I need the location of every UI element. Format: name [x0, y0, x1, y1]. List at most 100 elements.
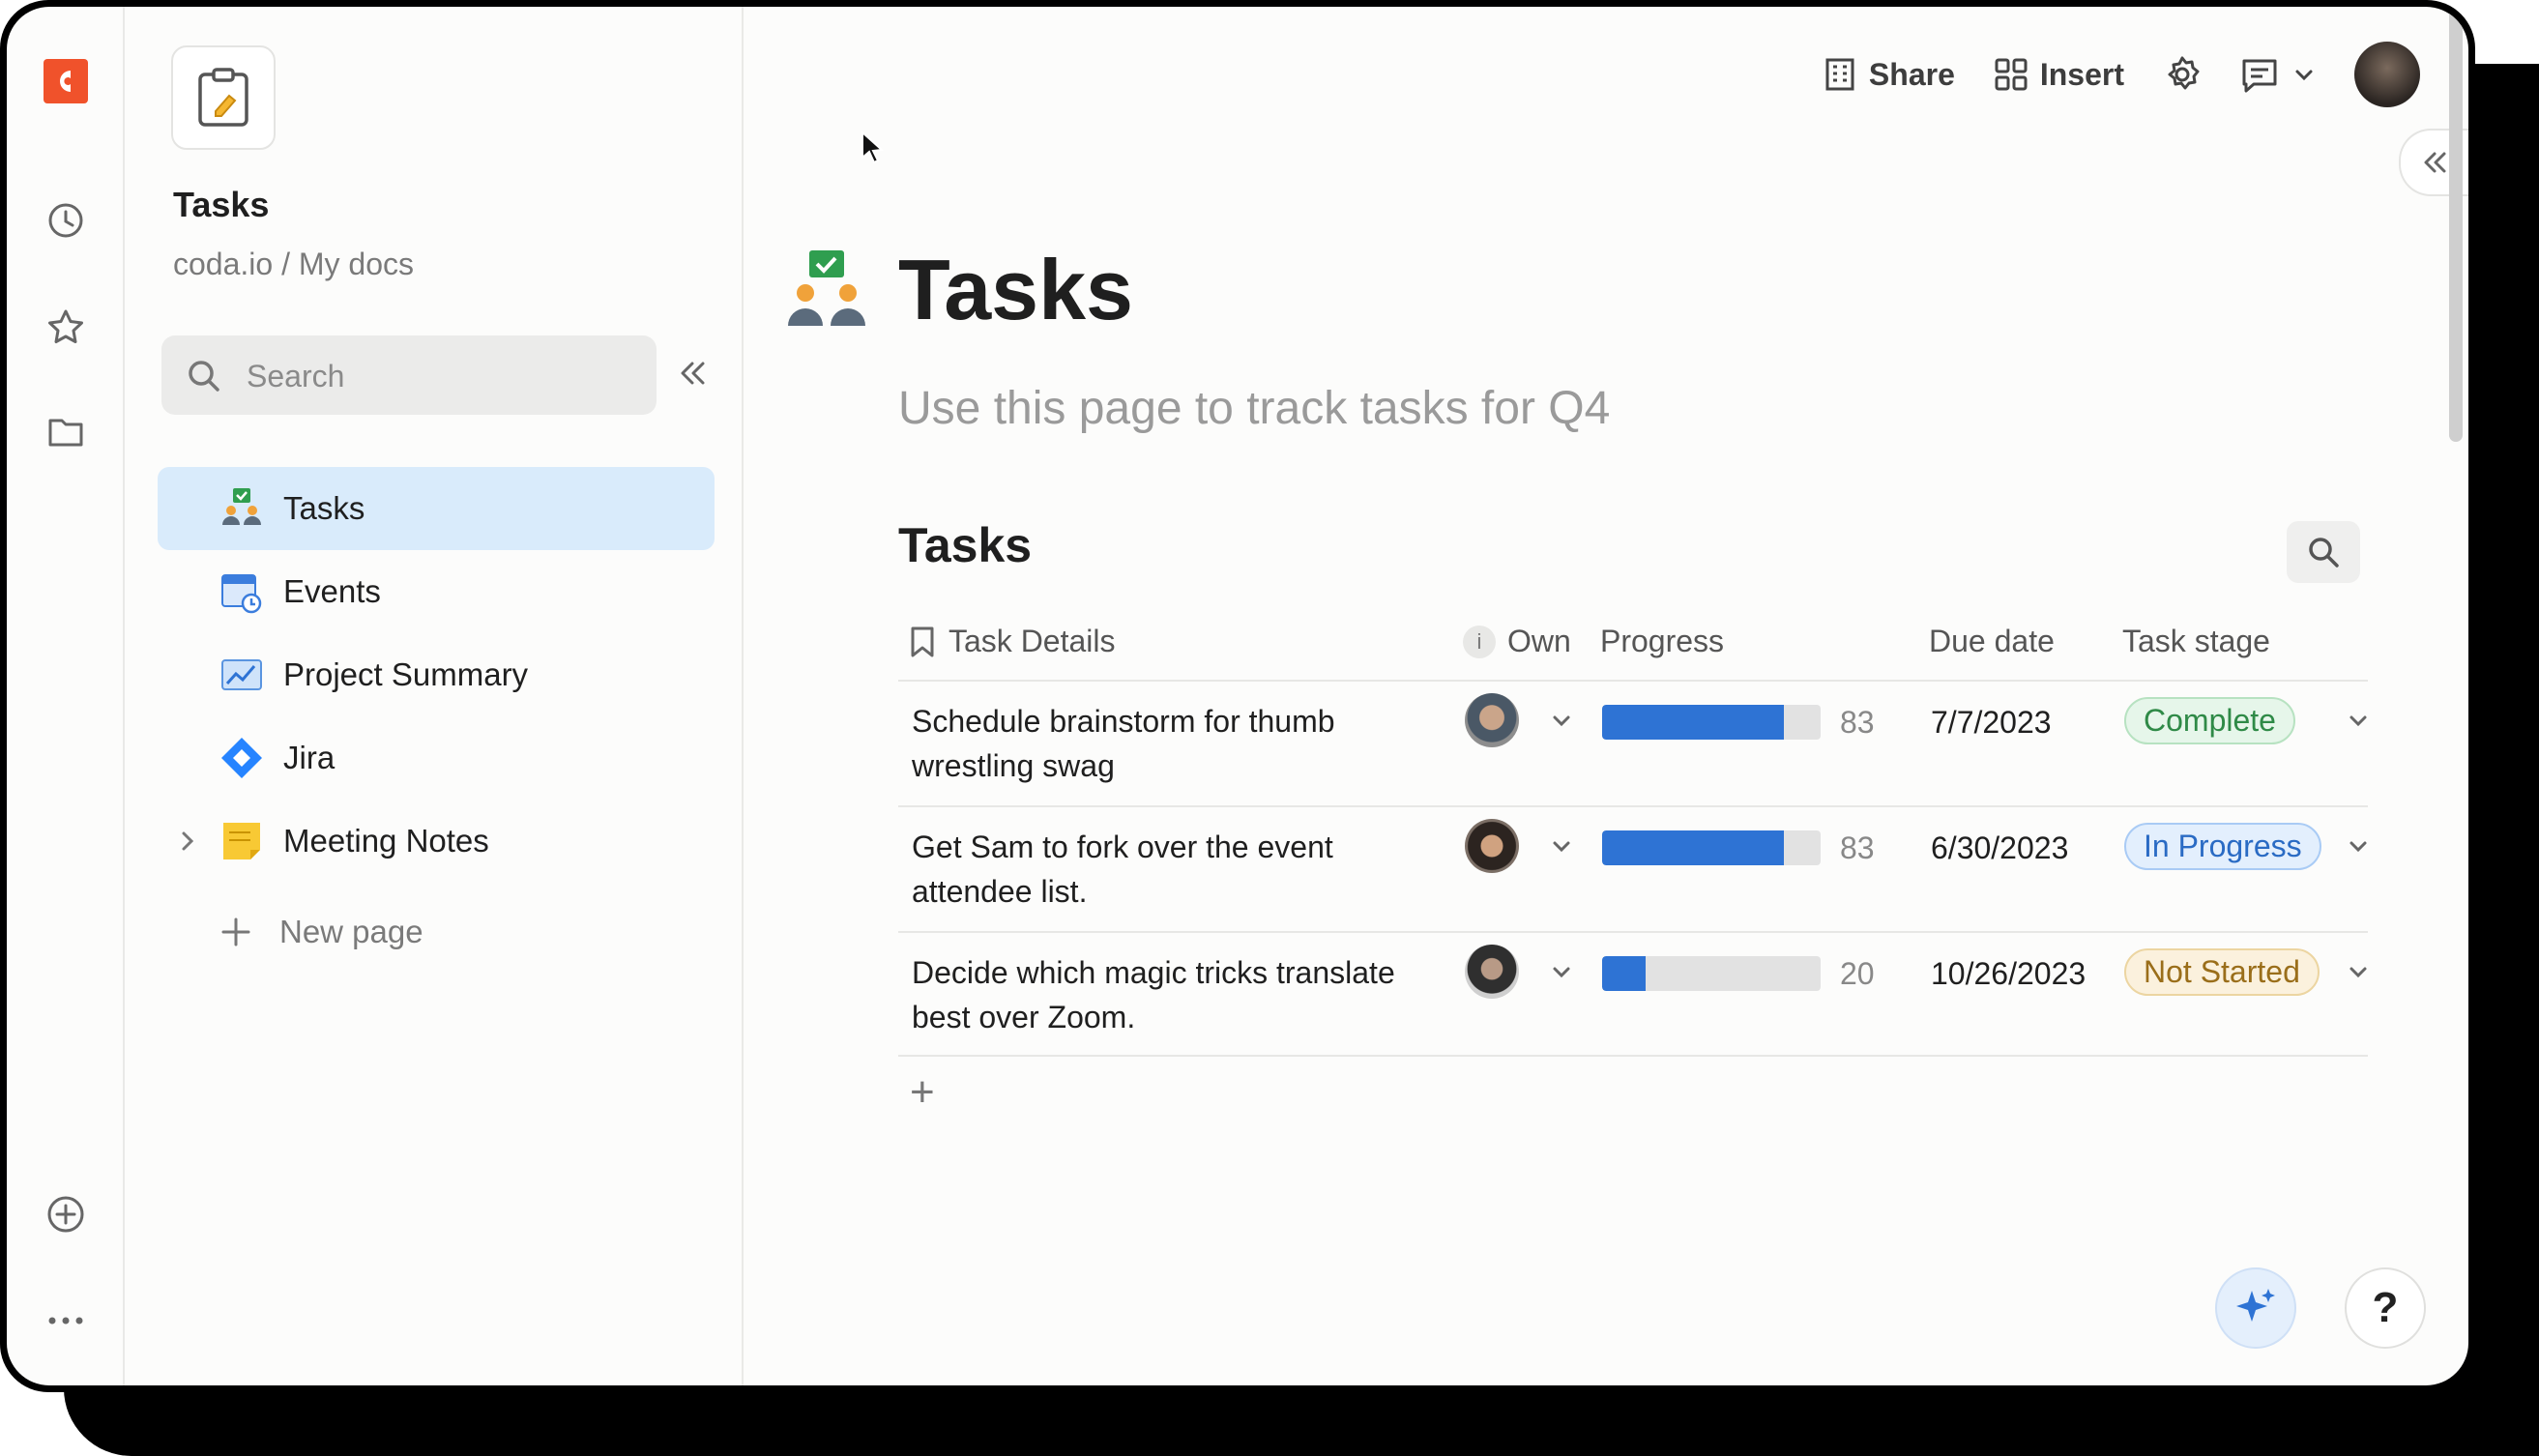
page-subtitle: Use this page to track tasks for Q4	[898, 383, 1611, 434]
owner-avatar[interactable]	[1465, 819, 1519, 873]
search-icon	[2309, 538, 2339, 568]
progress-value: 20	[1840, 956, 1875, 991]
share-label: Share	[1868, 56, 1955, 92]
comment-icon	[2242, 59, 2277, 93]
due-date-cell[interactable]: 6/30/2023	[1931, 830, 2068, 866]
insert-button[interactable]: Insert	[1994, 57, 2124, 93]
col-label: Own	[1507, 624, 1571, 658]
doc-clipboard-icon[interactable]	[171, 45, 276, 150]
chevron-down-icon[interactable]	[2347, 709, 2370, 732]
page-people-check-icon	[788, 250, 865, 326]
sidebar-item-meeting-notes[interactable]: Meeting Notes	[158, 800, 715, 883]
sidebar-item-label: Tasks	[283, 490, 365, 526]
due-date-cell[interactable]: 10/26/2023	[1931, 956, 2086, 992]
row-divider	[898, 1055, 2368, 1057]
table-title: Tasks	[898, 518, 1033, 572]
progress-bar	[1602, 830, 1821, 865]
sidebar-item-tasks[interactable]: Tasks	[158, 467, 715, 550]
plus-icon	[221, 917, 250, 946]
recent-clock-icon[interactable]	[42, 196, 90, 245]
starred-star-icon[interactable]	[42, 303, 90, 351]
progress-fill	[1602, 956, 1647, 991]
sidebar-item-label: Events	[283, 573, 381, 609]
status-badge[interactable]: Complete	[2124, 697, 2295, 744]
people-check-icon	[222, 488, 261, 525]
new-page-label: New page	[279, 914, 423, 949]
progress-bar	[1602, 956, 1821, 991]
row-divider	[898, 805, 2368, 807]
task-details-cell[interactable]: Get Sam to fork over the event attendee l…	[912, 825, 1434, 914]
task-details-cell[interactable]: Decide which magic tricks translate best …	[912, 950, 1434, 1039]
sidebar-item-events[interactable]: Events	[158, 550, 715, 633]
window-frame: Tasks coda.io / My docs Search Tasks Eve…	[0, 0, 2475, 1392]
progress-value: 83	[1840, 705, 1875, 740]
progress-value: 83	[1840, 830, 1875, 865]
grid-icon	[1995, 58, 2028, 91]
status-badge[interactable]: Not Started	[2124, 948, 2320, 996]
doc-title: Tasks	[173, 185, 270, 224]
chevron-down-icon[interactable]	[1550, 834, 1573, 858]
owner-avatar[interactable]	[1465, 693, 1519, 747]
task-text-line: Schedule brainstorm for thumb	[912, 704, 1335, 739]
help-button[interactable]: ?	[2345, 1267, 2426, 1349]
chevron-down-icon[interactable]	[1550, 709, 1573, 732]
chevron-right-icon[interactable]	[177, 827, 200, 856]
top-toolbar: Share Insert	[1823, 36, 2420, 113]
task-text-line: Get Sam to fork over the event	[912, 830, 1333, 864]
task-details-cell[interactable]: Schedule brainstorm for thumb wrestling s…	[912, 699, 1434, 788]
page-sidebar: Tasks coda.io / My docs Search Tasks Eve…	[125, 7, 744, 1385]
coda-logo[interactable]	[42, 57, 90, 105]
calendar-clock-icon	[221, 574, 262, 614]
more-dots-icon[interactable]	[42, 1296, 90, 1345]
owner-avatar[interactable]	[1465, 945, 1519, 999]
share-button[interactable]: Share	[1823, 57, 1955, 93]
jira-icon	[221, 738, 262, 778]
sidebar-item-label: Project Summary	[283, 656, 529, 692]
app-window: Tasks coda.io / My docs Search Tasks Eve…	[7, 7, 2468, 1385]
collapse-sidebar-icon[interactable]	[676, 357, 709, 394]
table-search-button[interactable]	[2287, 521, 2360, 583]
add-circle-icon[interactable]	[42, 1190, 90, 1238]
chart-icon	[221, 659, 262, 690]
row-divider	[898, 680, 2368, 682]
due-date-cell[interactable]: 7/7/2023	[1931, 705, 2052, 741]
add-row-button[interactable]: +	[910, 1068, 935, 1117]
new-page-button[interactable]: New page	[158, 890, 715, 974]
folder-icon[interactable]	[42, 407, 90, 455]
sidebar-item-project-summary[interactable]: Project Summary	[158, 633, 715, 716]
status-badge[interactable]: In Progress	[2124, 823, 2321, 870]
progress-bar	[1602, 705, 1821, 740]
search-placeholder: Search	[247, 359, 345, 393]
user-avatar[interactable]	[2354, 42, 2420, 107]
col-task-details[interactable]: Task Details	[910, 624, 1116, 659]
ai-sparkle-button[interactable]	[2215, 1267, 2296, 1349]
col-due-date[interactable]: Due date	[1929, 624, 2055, 659]
sticky-note-icon	[223, 823, 260, 859]
chevron-down-icon[interactable]	[1550, 960, 1573, 983]
info-icon[interactable]: i	[1463, 625, 1496, 658]
chevron-down-icon[interactable]	[2347, 834, 2370, 858]
page-title: Tasks	[898, 242, 1133, 337]
progress-fill	[1602, 830, 1784, 865]
bookmark-icon	[911, 626, 934, 656]
col-task-stage[interactable]: Task stage	[2122, 624, 2270, 659]
comments-button[interactable]	[2240, 55, 2316, 94]
sidebar-item-jira[interactable]: Jira	[158, 716, 715, 800]
sidebar-item-label: Meeting Notes	[283, 823, 489, 859]
search-icon	[189, 361, 219, 392]
task-text-line: wrestling swag	[912, 748, 1115, 783]
doc-breadcrumb[interactable]: coda.io / My docs	[173, 247, 414, 282]
mouse-cursor-icon	[861, 131, 885, 164]
vertical-scrollbar[interactable]	[2449, 7, 2463, 442]
row-divider	[898, 931, 2368, 933]
settings-gear-icon[interactable]	[2163, 55, 2202, 94]
main-content: Share Insert Tasks Use this page to trac…	[744, 7, 2468, 1385]
col-progress[interactable]: Progress	[1600, 624, 1724, 659]
insert-label: Insert	[2039, 56, 2124, 92]
sparkle-icon	[2236, 1289, 2275, 1322]
sidebar-search-input[interactable]: Search	[161, 335, 657, 415]
col-owner[interactable]: i Own	[1463, 624, 1571, 659]
left-rail	[7, 7, 125, 1385]
chevron-down-icon[interactable]	[2347, 960, 2370, 983]
task-text-line: best over Zoom.	[912, 1000, 1136, 1034]
